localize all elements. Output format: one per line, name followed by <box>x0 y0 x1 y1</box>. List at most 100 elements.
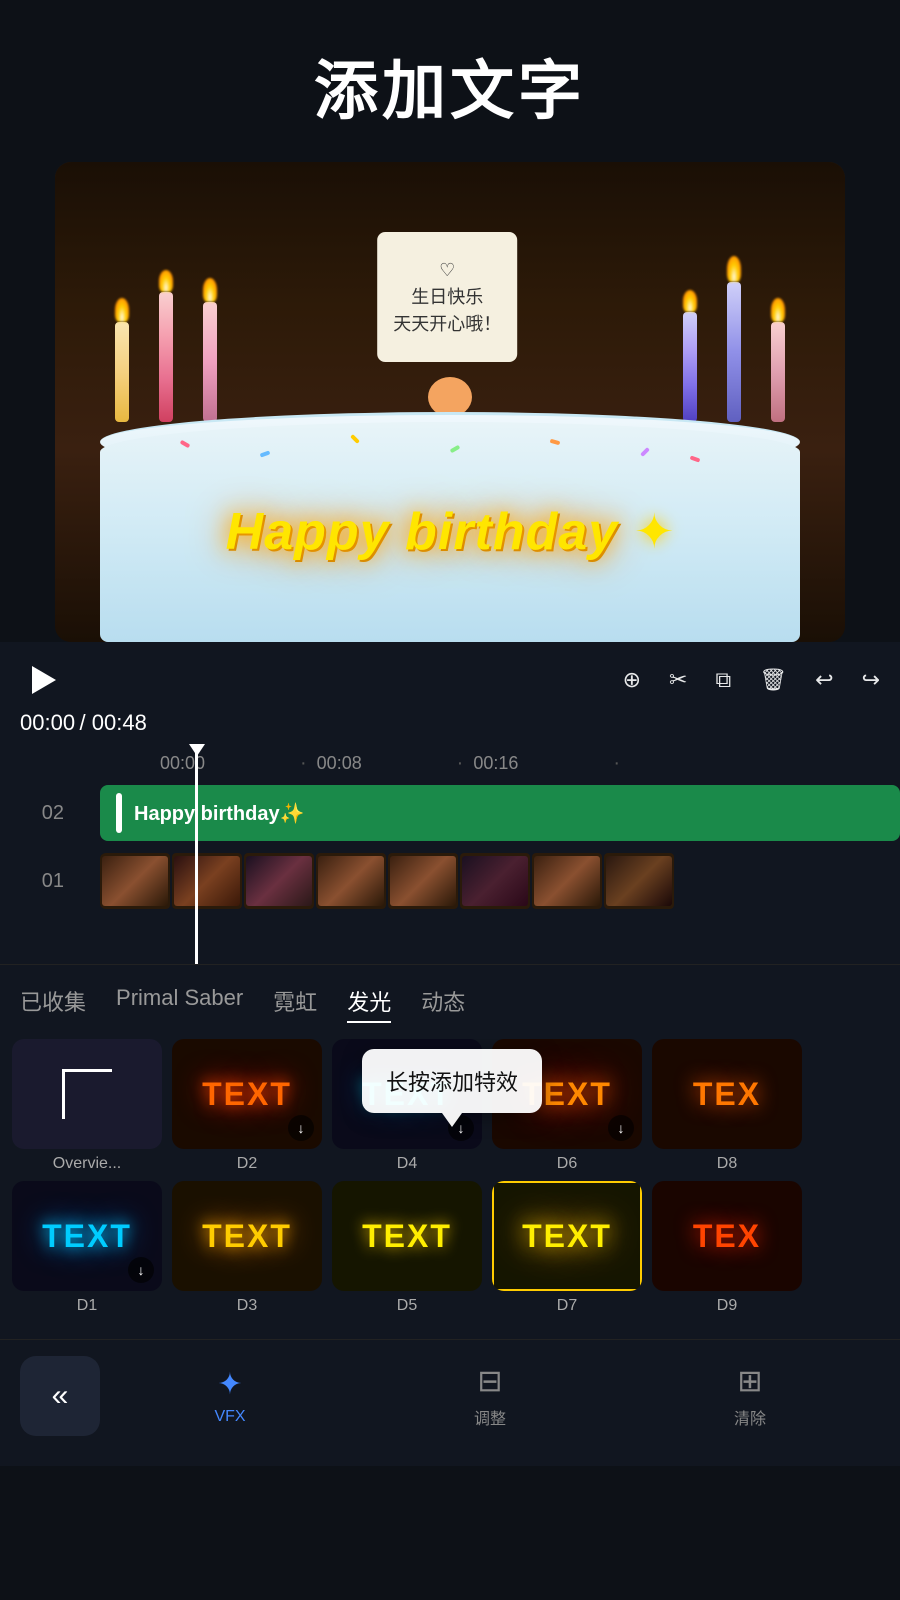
effect-thumb-d3[interactable]: TEXT <box>172 1181 322 1291</box>
effect-thumb-overview[interactable] <box>12 1039 162 1149</box>
effect-label-d4: D4 <box>397 1155 417 1173</box>
redo-icon[interactable]: ↪ <box>862 667 880 693</box>
video-background: ♡ 生日快乐 天天开心哦！ <box>55 162 845 642</box>
birthday-text: Happy birthday <box>226 502 619 562</box>
timeline-action-icons: ⊕ ✂ ⧉ 🗑 ↩ ↪ <box>623 667 880 693</box>
effect-d9[interactable]: TEX D9 <box>652 1181 802 1315</box>
back-icon: « <box>52 1379 69 1413</box>
thumb-4 <box>316 853 386 909</box>
header: 添加文字 <box>0 0 900 152</box>
track-handle <box>116 793 122 833</box>
effect-thumb-d9[interactable]: TEX <box>652 1181 802 1291</box>
effect-label-d7: D7 <box>557 1297 577 1315</box>
nav-clear[interactable]: ⊞ 清除 <box>620 1364 880 1429</box>
page-title: 添加文字 <box>314 55 586 127</box>
tab-primal-saber[interactable]: Primal Saber <box>116 981 243 1023</box>
bottom-navigation: « ✦ VFX ⊟ 调整 ⊞ 清除 <box>0 1339 900 1466</box>
ruler-dot-1: · <box>300 752 307 775</box>
download-badge-d2: ↓ <box>288 1115 314 1141</box>
effect-thumb-d2[interactable]: TEXT ↓ <box>172 1039 322 1149</box>
thumb-3 <box>244 853 314 909</box>
birthday-text-container: Happy birthday ✦ <box>55 502 845 562</box>
effect-d8[interactable]: TEX D8 <box>652 1039 802 1173</box>
effect-d2[interactable]: TEXT ↓ D2 长按添加特效 <box>172 1039 322 1173</box>
delete-icon[interactable]: 🗑 <box>759 667 787 693</box>
effect-text-d7: TEXT <box>492 1181 642 1291</box>
download-badge-d1: ↓ <box>128 1257 154 1283</box>
tab-glow[interactable]: 发光 <box>347 981 391 1023</box>
ruler-dot-3: · <box>613 752 620 775</box>
birthday-sign: ♡ 生日快乐 天天开心哦！ <box>377 232 517 362</box>
candles-right <box>683 256 785 422</box>
effect-thumb-d5[interactable]: TEXT <box>332 1181 482 1291</box>
play-button[interactable] <box>20 658 64 702</box>
ruler-dot-2: · <box>457 752 464 775</box>
thumb-2 <box>172 853 242 909</box>
style-tabs: 已收集 Primal Saber 霓虹 发光 动态 <box>0 964 900 1031</box>
copy-icon[interactable]: ⧉ <box>715 667 731 693</box>
ruler-mark-2: 00:16 <box>473 753 603 774</box>
effects-area: Overvie... TEXT ↓ D2 长按添加特效 TEXT ↓ D4 TE… <box>0 1031 900 1339</box>
tab-dynamic[interactable]: 动态 <box>421 981 465 1023</box>
nav-adjust-label: 调整 <box>474 1405 506 1429</box>
effect-label-d2: D2 <box>237 1155 257 1173</box>
long-press-tooltip: 长按添加特效 <box>362 1049 542 1113</box>
effects-row-2: TEXT ↓ D1 TEXT D3 TEXT D5 TEXT D7 <box>12 1181 888 1315</box>
clip-add-icon[interactable]: ⊕ <box>623 667 641 693</box>
track-clip-text: Happy birthday✨ <box>134 801 304 826</box>
video-track-label: 01 <box>0 870 80 893</box>
current-time: 00:00 <box>20 710 75 735</box>
ruler-mark-1: 00:08 <box>317 753 447 774</box>
effect-label-overview: Overvie... <box>53 1155 121 1173</box>
back-button[interactable]: « <box>20 1356 100 1436</box>
effect-thumb-d7[interactable]: TEXT <box>492 1181 642 1291</box>
candles-left <box>115 270 217 422</box>
playhead-handle <box>189 744 205 756</box>
effect-d5[interactable]: TEXT D5 <box>332 1181 482 1315</box>
effects-row-1: Overvie... TEXT ↓ D2 长按添加特效 TEXT ↓ D4 TE… <box>12 1039 888 1173</box>
thumb-7 <box>532 853 602 909</box>
thumb-8 <box>604 853 674 909</box>
adjust-icon: ⊟ <box>477 1364 502 1399</box>
thumb-6 <box>460 853 530 909</box>
clear-icon: ⊞ <box>737 1364 762 1399</box>
play-icon <box>32 666 56 694</box>
nav-vfx[interactable]: ✦ VFX <box>100 1367 360 1426</box>
time-separator: / <box>80 710 92 735</box>
video-track-thumbnails <box>100 853 900 909</box>
bracket-icon <box>62 1069 112 1119</box>
text-track-content[interactable]: Happy birthday✨ <box>80 785 900 841</box>
download-badge-d6: ↓ <box>608 1115 634 1141</box>
effect-label-d1: D1 <box>77 1297 97 1315</box>
effect-overview[interactable]: Overvie... <box>12 1039 162 1173</box>
scissors-icon[interactable]: ✂ <box>669 667 687 693</box>
effect-d3[interactable]: TEXT D3 <box>172 1181 322 1315</box>
effect-thumb-d8[interactable]: TEX <box>652 1039 802 1149</box>
nav-adjust[interactable]: ⊟ 调整 <box>360 1364 620 1429</box>
timeline-controls: ⊕ ✂ ⧉ 🗑 ↩ ↪ <box>0 642 900 710</box>
video-track-row: 01 <box>0 847 900 915</box>
text-track-label: 02 <box>0 802 80 825</box>
thumb-5 <box>388 853 458 909</box>
ruler-mark-0: 00:00 <box>160 753 290 774</box>
nav-clear-label: 清除 <box>734 1405 766 1429</box>
effect-text-d9: TEX <box>652 1181 802 1291</box>
undo-icon[interactable]: ↩ <box>815 667 833 693</box>
vfx-icon: ✦ <box>217 1367 242 1402</box>
tab-collected[interactable]: 已收集 <box>20 981 86 1023</box>
timeline-ruler: 00:00 · 00:08 · 00:16 · <box>0 744 900 779</box>
effect-label-d3: D3 <box>237 1297 257 1315</box>
video-preview: ♡ 生日快乐 天天开心哦！ <box>55 162 845 642</box>
playhead[interactable] <box>195 744 198 964</box>
text-track-clip[interactable]: Happy birthday✨ <box>100 785 900 841</box>
effect-label-d8: D8 <box>717 1155 737 1173</box>
effect-d1[interactable]: TEXT ↓ D1 <box>12 1181 162 1315</box>
effect-text-d3: TEXT <box>172 1181 322 1291</box>
effect-thumb-d1[interactable]: TEXT ↓ <box>12 1181 162 1291</box>
text-track-row: 02 Happy birthday✨ <box>0 779 900 847</box>
tab-neon[interactable]: 霓虹 <box>273 981 317 1023</box>
timeline-area[interactable]: 00:00 · 00:08 · 00:16 · 02 Happy birthda… <box>0 744 900 964</box>
effect-d7[interactable]: TEXT D7 <box>492 1181 642 1315</box>
video-track-content[interactable] <box>80 853 900 909</box>
effect-text-d8: TEX <box>652 1039 802 1149</box>
